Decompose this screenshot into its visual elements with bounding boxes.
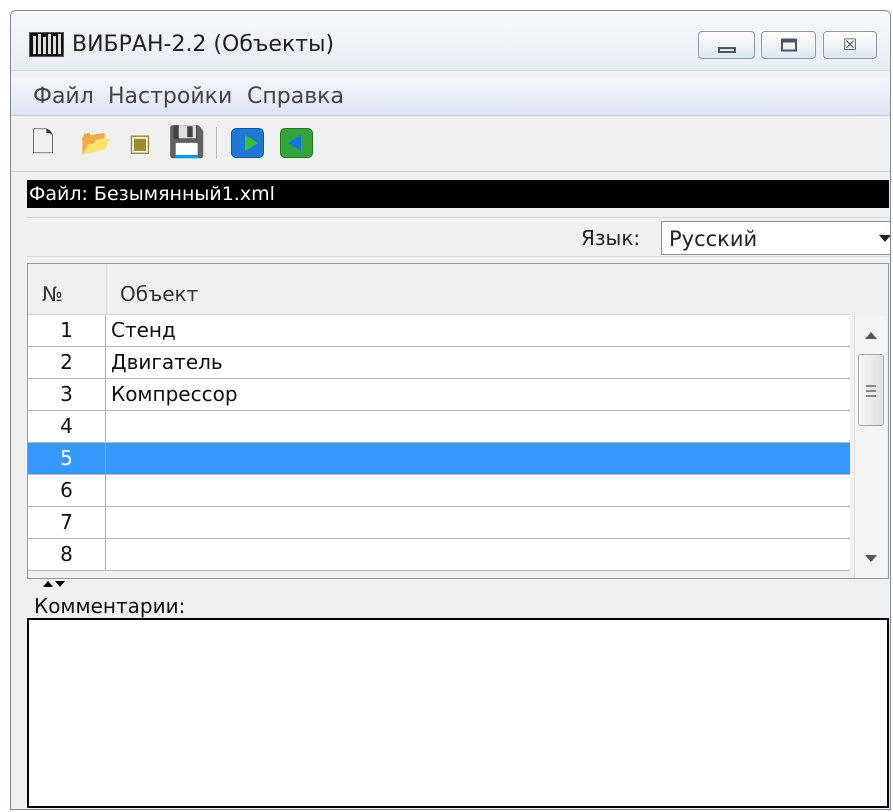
- save-icon: 💾: [168, 125, 206, 160]
- panel-splitter[interactable]: [27, 579, 889, 592]
- row-number-cell: 8: [28, 539, 106, 570]
- export-button[interactable]: [279, 128, 314, 158]
- table-row[interactable]: 8: [28, 539, 850, 571]
- app-equalizer-icon: [29, 32, 64, 57]
- row-number-cell: 4: [28, 411, 106, 442]
- import-button[interactable]: [230, 128, 265, 158]
- objects-table: № Объект 1 Стенд 2 Двигатель 3 Компрессо…: [27, 263, 889, 579]
- new-file-icon: 🗋: [31, 126, 55, 159]
- language-select[interactable]: Русский: [661, 221, 890, 255]
- export-arrow-icon: [280, 128, 313, 158]
- import-arrow-icon: [231, 128, 264, 158]
- object-name-cell[interactable]: Двигатель: [111, 347, 223, 378]
- splitter-down-icon: [55, 581, 65, 587]
- menu-bar: Файл Настройки Справка: [11, 77, 890, 116]
- open-folder-icon: 📂: [80, 128, 112, 157]
- menu-help[interactable]: Справка: [247, 85, 344, 109]
- comments-textarea[interactable]: [27, 618, 889, 808]
- object-name-cell[interactable]: Стенд: [111, 315, 176, 346]
- maximize-button[interactable]: [761, 31, 816, 59]
- close-icon: ☒: [842, 35, 858, 54]
- document-properties-button[interactable]: ▣: [125, 128, 155, 158]
- row-number-cell: 1: [28, 315, 106, 346]
- language-row: Язык: Русский: [27, 217, 890, 257]
- number-column-header[interactable]: №: [42, 282, 63, 306]
- table-header: № Объект: [28, 264, 850, 315]
- row-number-cell: 2: [28, 347, 106, 378]
- minimize-button[interactable]: [698, 31, 755, 59]
- minimize-icon: [717, 47, 736, 53]
- application-window: ВИБРАН-2.2 (Объекты) ☒ Файл Настройки Сп…: [10, 10, 891, 810]
- document-properties-icon: ▣: [128, 129, 152, 157]
- chevron-down-icon: [879, 235, 890, 242]
- splitter-up-icon: [43, 581, 53, 587]
- toolbar: 🗋 📂 ▣ 💾: [11, 117, 890, 172]
- row-number-cell: 3: [28, 379, 106, 410]
- window-title: ВИБРАН-2.2 (Объекты): [72, 32, 335, 57]
- menu-settings[interactable]: Настройки: [108, 85, 232, 109]
- new-file-button[interactable]: 🗋: [28, 128, 58, 158]
- object-name-cell[interactable]: Компрессор: [111, 379, 238, 410]
- row-number-cell: 5: [28, 443, 106, 474]
- menu-file[interactable]: Файл: [33, 85, 94, 109]
- open-file-button[interactable]: 📂: [80, 128, 112, 158]
- save-button[interactable]: 💾: [168, 128, 205, 158]
- column-separator: [106, 264, 107, 315]
- title-bar[interactable]: ВИБРАН-2.2 (Объекты) ☒: [11, 11, 890, 71]
- scroll-thumb[interactable]: [858, 354, 884, 426]
- language-label: Язык:: [581, 226, 641, 250]
- close-button[interactable]: ☒: [823, 31, 877, 59]
- table-row[interactable]: 4: [28, 411, 850, 443]
- object-column-header[interactable]: Объект: [120, 282, 198, 306]
- selected-table-row[interactable]: 5: [28, 443, 850, 475]
- scroll-down-icon[interactable]: [865, 555, 877, 562]
- table-row[interactable]: 6: [28, 475, 850, 507]
- file-path-label: Файл: Безымянный1.xml: [27, 180, 889, 208]
- scroll-up-icon[interactable]: [865, 332, 877, 339]
- toolbar-separator: [216, 127, 217, 159]
- table-row[interactable]: 2 Двигатель: [28, 347, 850, 379]
- vertical-scrollbar[interactable]: [854, 316, 886, 578]
- language-selected-value: Русский: [669, 227, 758, 251]
- table-row[interactable]: 7: [28, 507, 850, 539]
- table-row[interactable]: 3 Компрессор: [28, 379, 850, 411]
- table-row[interactable]: 1 Стенд: [28, 315, 850, 347]
- row-number-cell: 7: [28, 507, 106, 538]
- comments-label: Комментарии:: [34, 594, 186, 618]
- maximize-icon: [780, 38, 797, 52]
- row-number-cell: 6: [28, 475, 106, 506]
